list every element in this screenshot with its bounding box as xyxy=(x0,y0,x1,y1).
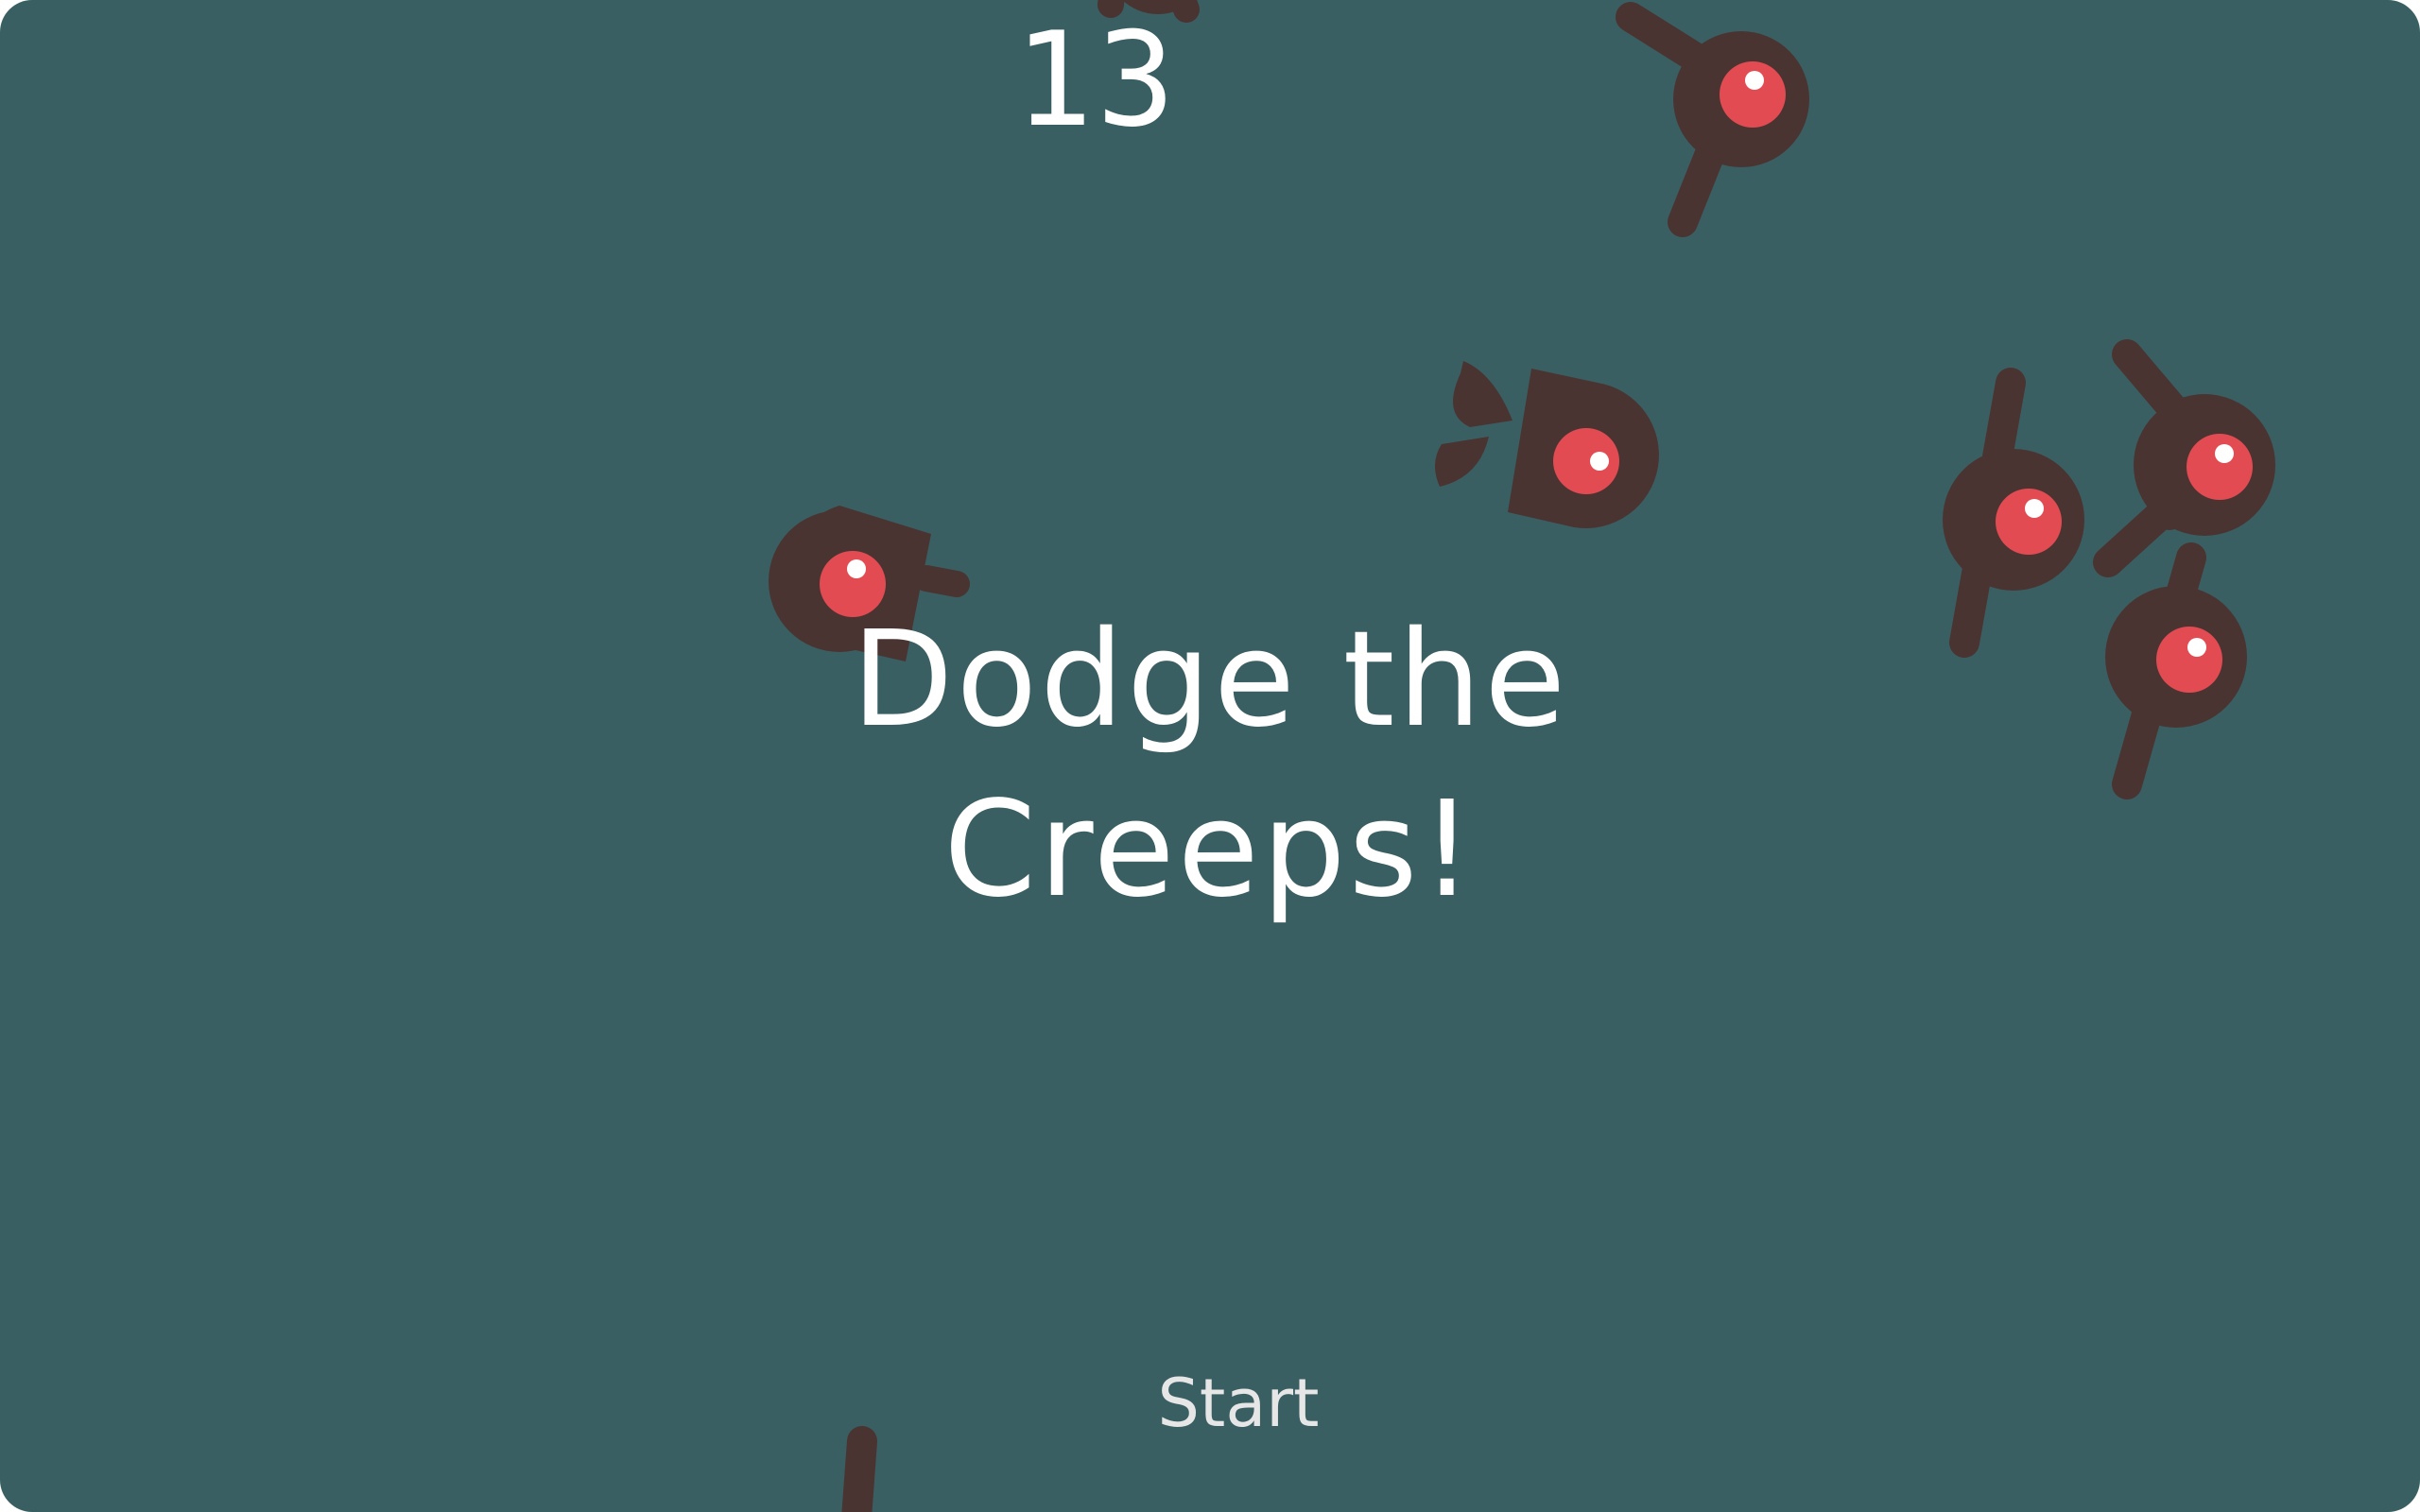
creep-enemy-icon xyxy=(1434,361,1659,529)
start-button[interactable]: Start xyxy=(1125,1351,1352,1455)
creep-enemy-icon xyxy=(2093,339,2275,577)
creep-enemy-icon xyxy=(841,1426,877,1512)
game-viewport: 13 Dodge the Creeps! Start xyxy=(0,0,2420,1512)
title-message: Dodge the Creeps! xyxy=(0,595,2420,936)
score-counter: 13 xyxy=(1013,4,1180,156)
title-line-2: Creeps! xyxy=(943,773,1477,927)
title-line-1: Dodge the xyxy=(851,603,1569,757)
